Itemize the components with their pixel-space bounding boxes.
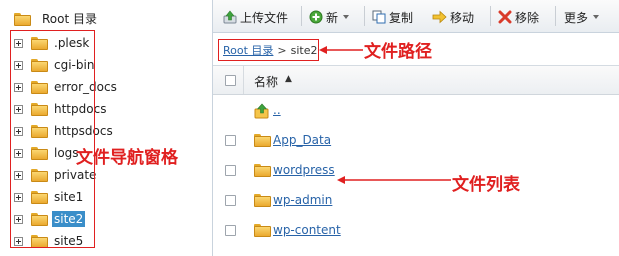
arrow-right-icon bbox=[432, 10, 447, 24]
upload-button[interactable]: 上传文件 bbox=[223, 8, 288, 26]
toolbar-separator bbox=[364, 6, 365, 26]
parent-folder-icon bbox=[254, 103, 269, 119]
upload-icon bbox=[223, 10, 237, 24]
file-link[interactable]: wordpress bbox=[273, 163, 335, 177]
name-column-header[interactable]: 名称 bbox=[254, 73, 278, 90]
toolbar-separator bbox=[301, 6, 302, 26]
new-button[interactable]: 新 bbox=[309, 8, 350, 26]
remove-button[interactable]: 移除 bbox=[498, 8, 539, 26]
breadcrumb-separator: > bbox=[277, 43, 287, 57]
more-button[interactable]: 更多 bbox=[564, 8, 600, 26]
path-annotation: 文件路径 bbox=[364, 42, 432, 62]
tree-root-label: Root 目录 bbox=[42, 12, 98, 26]
list-item[interactable]: wp-content bbox=[213, 216, 619, 246]
chevron-down-icon bbox=[593, 15, 600, 19]
toolbar-separator bbox=[490, 6, 491, 26]
copy-label: 复制 bbox=[389, 10, 414, 25]
tree-root[interactable]: Root 目录 bbox=[14, 11, 99, 27]
close-icon bbox=[498, 10, 512, 24]
row-checkbox[interactable] bbox=[225, 195, 236, 206]
file-link[interactable]: App_Data bbox=[273, 133, 331, 147]
breadcrumb: Root 目录 > site2 bbox=[218, 39, 319, 61]
plus-circle-icon bbox=[309, 10, 323, 24]
header-divider bbox=[243, 66, 244, 94]
upload-label: 上传文件 bbox=[240, 10, 289, 25]
file-list-annotation: 文件列表 bbox=[452, 175, 520, 195]
list-item[interactable]: App_Data bbox=[213, 126, 619, 156]
row-checkbox[interactable] bbox=[225, 135, 236, 146]
folder-icon bbox=[14, 12, 31, 26]
folder-icon bbox=[254, 134, 271, 147]
list-annotation-arrow bbox=[337, 176, 451, 184]
nav-pane-annotation: 文件导航窗格 bbox=[76, 148, 178, 168]
row-checkbox[interactable] bbox=[225, 165, 236, 176]
more-label: 更多 bbox=[564, 10, 589, 25]
sort-ascending-icon[interactable]: ▲ bbox=[285, 74, 292, 84]
path-annotation-arrow bbox=[319, 46, 363, 54]
remove-label: 移除 bbox=[515, 10, 540, 25]
file-list-header: 名称 ▲ bbox=[213, 66, 619, 95]
nav-pane-highlight-box bbox=[10, 30, 95, 248]
file-link[interactable]: wp-admin bbox=[273, 193, 332, 207]
move-label: 移动 bbox=[450, 10, 475, 25]
toolbar: 上传文件 新 复制 移动 移除 更多 bbox=[213, 0, 619, 33]
copy-button[interactable]: 复制 bbox=[372, 8, 413, 26]
list-item[interactable]: wp-admin bbox=[213, 186, 619, 216]
move-button[interactable]: 移动 bbox=[432, 8, 474, 26]
select-all-checkbox[interactable] bbox=[225, 75, 236, 86]
list-item-parent[interactable]: .. bbox=[213, 96, 619, 126]
parent-directory-link[interactable]: .. bbox=[273, 103, 281, 117]
breadcrumb-root-link[interactable]: Root 目录 bbox=[223, 42, 273, 58]
file-link[interactable]: wp-content bbox=[273, 223, 341, 237]
copy-icon bbox=[372, 10, 386, 24]
new-label: 新 bbox=[326, 10, 339, 25]
folder-icon bbox=[254, 164, 271, 177]
breadcrumb-current: site2 bbox=[290, 43, 318, 57]
row-checkbox[interactable] bbox=[225, 225, 236, 236]
folder-icon bbox=[254, 224, 271, 237]
chevron-down-icon bbox=[343, 15, 350, 19]
folder-icon bbox=[254, 194, 271, 207]
toolbar-separator bbox=[555, 6, 556, 26]
